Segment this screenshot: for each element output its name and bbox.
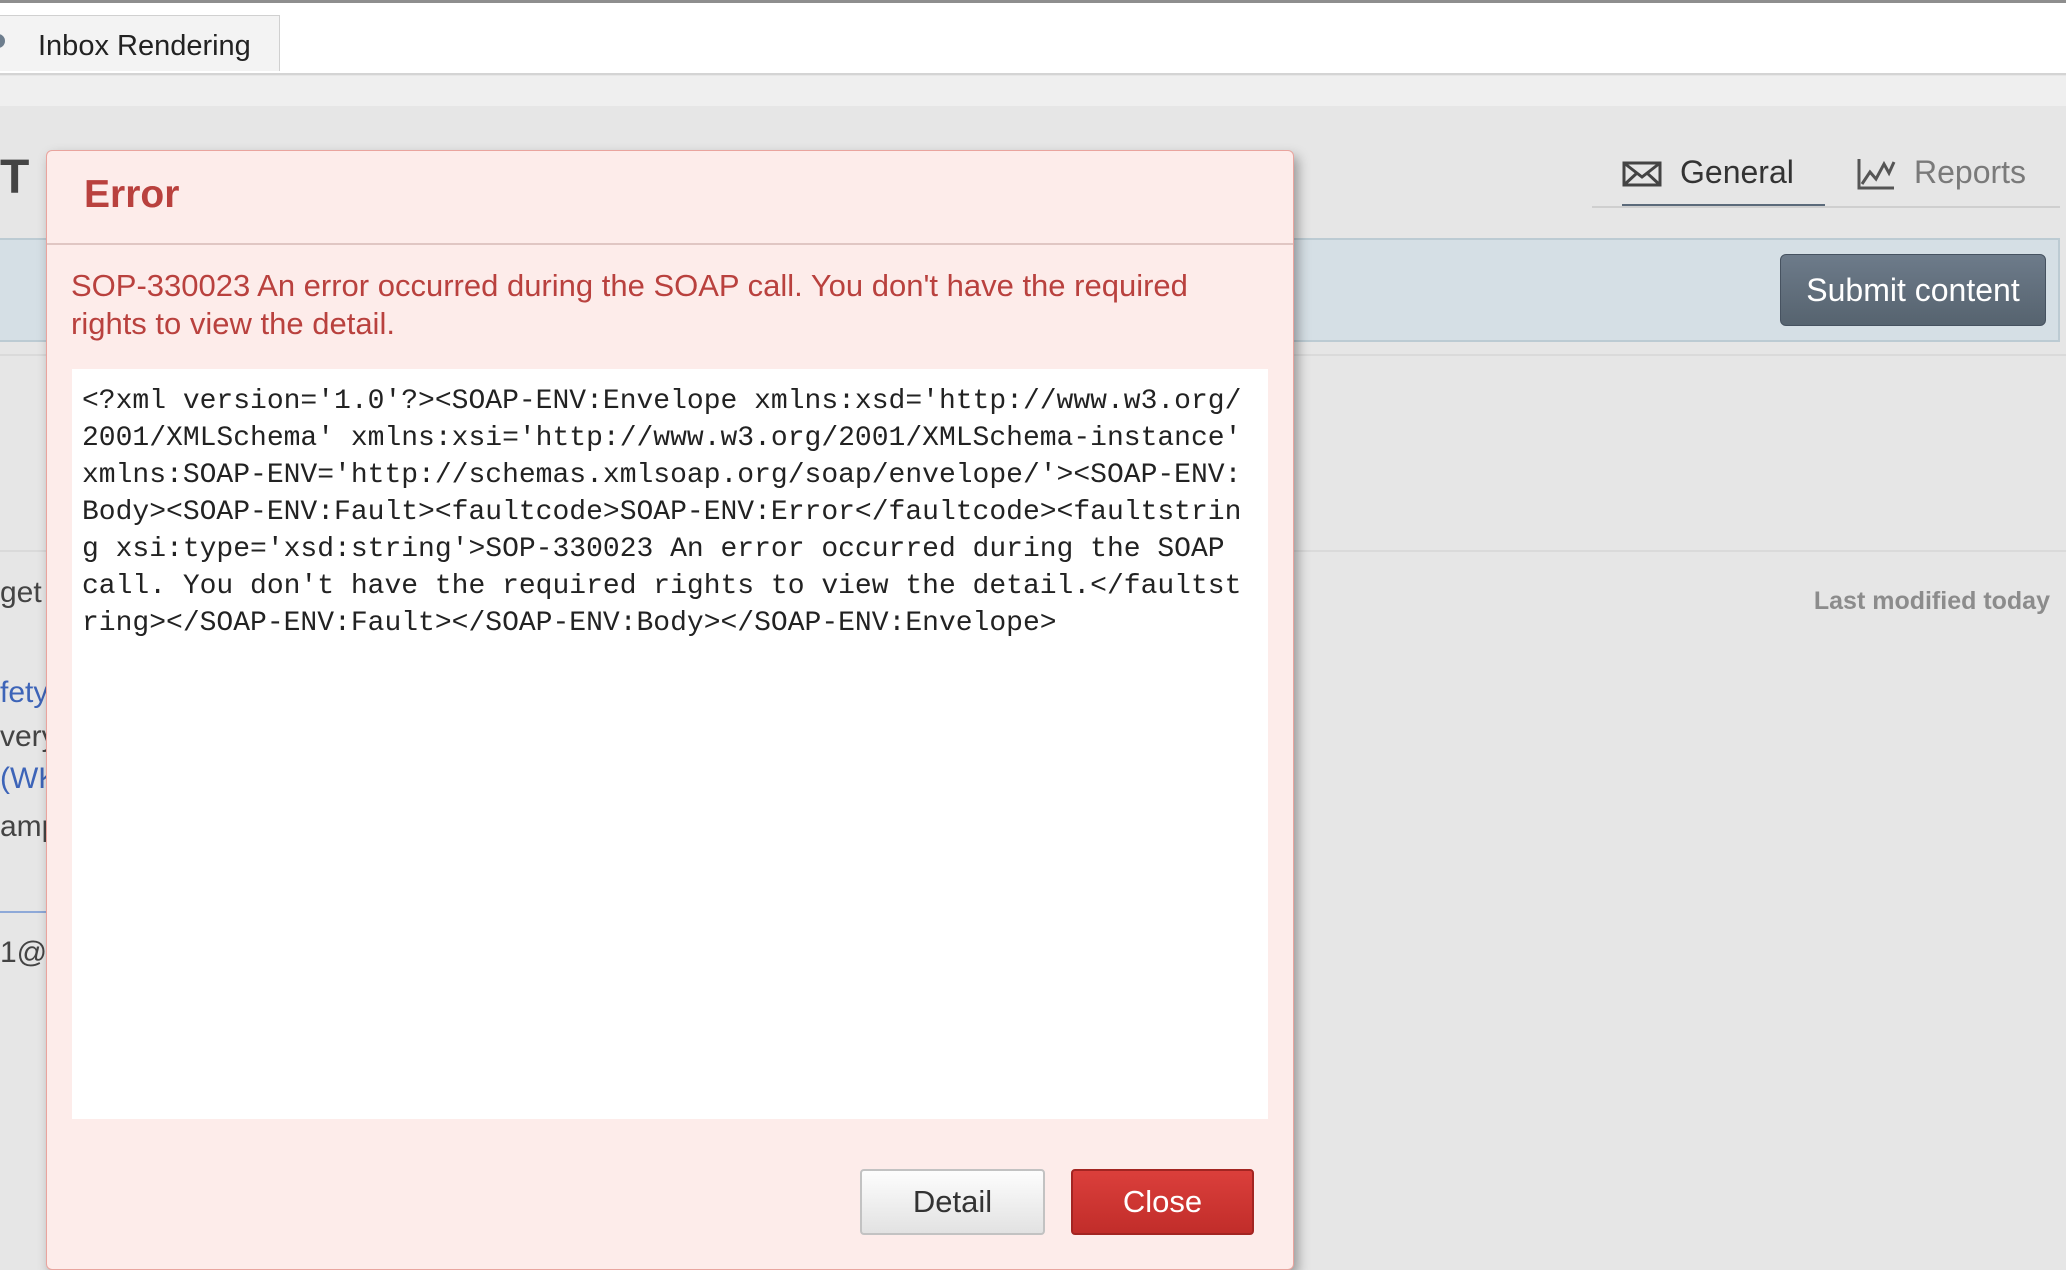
toolbar-gap [0, 76, 2066, 106]
tab-general-label: General [1680, 154, 1794, 190]
error-detail-box[interactable]: <?xml version='1.0'?><SOAP-ENV:Envelope … [72, 369, 1268, 1119]
browser-tab-bar: Inbox Rendering [0, 3, 2066, 75]
tab-reports[interactable]: Reports [1856, 148, 2060, 204]
line-chart-icon [1857, 159, 1896, 190]
dialog-title: Error [84, 173, 180, 216]
content-link-fragment[interactable]: fety [0, 676, 48, 710]
tabs-underline [1592, 206, 2060, 208]
tab-favicon-icon [0, 34, 5, 48]
last-modified-label: Last modified today [1813, 587, 2050, 615]
dialog-header: Error [47, 151, 1293, 245]
divider [0, 911, 50, 913]
detail-button[interactable]: Detail [860, 1169, 1045, 1235]
close-button[interactable]: Close [1071, 1169, 1254, 1235]
submit-content-button[interactable]: Submit content [1780, 254, 2046, 326]
error-detail-xml: <?xml version='1.0'?><SOAP-ENV:Envelope … [82, 386, 1259, 639]
tab-general[interactable]: General [1622, 148, 1825, 208]
page-title: T [0, 151, 30, 204]
browser-tab[interactable]: Inbox Rendering [0, 15, 280, 71]
envelope-icon [1622, 161, 1662, 187]
browser-tab-label: Inbox Rendering [38, 30, 251, 62]
error-message: SOP-330023 An error occurred during the … [71, 268, 1188, 341]
error-dialog: Error SOP-330023 An error occurred durin… [46, 150, 1294, 1270]
content-text-fragment: 1@ [0, 936, 48, 969]
tab-reports-label: Reports [1914, 154, 2027, 190]
